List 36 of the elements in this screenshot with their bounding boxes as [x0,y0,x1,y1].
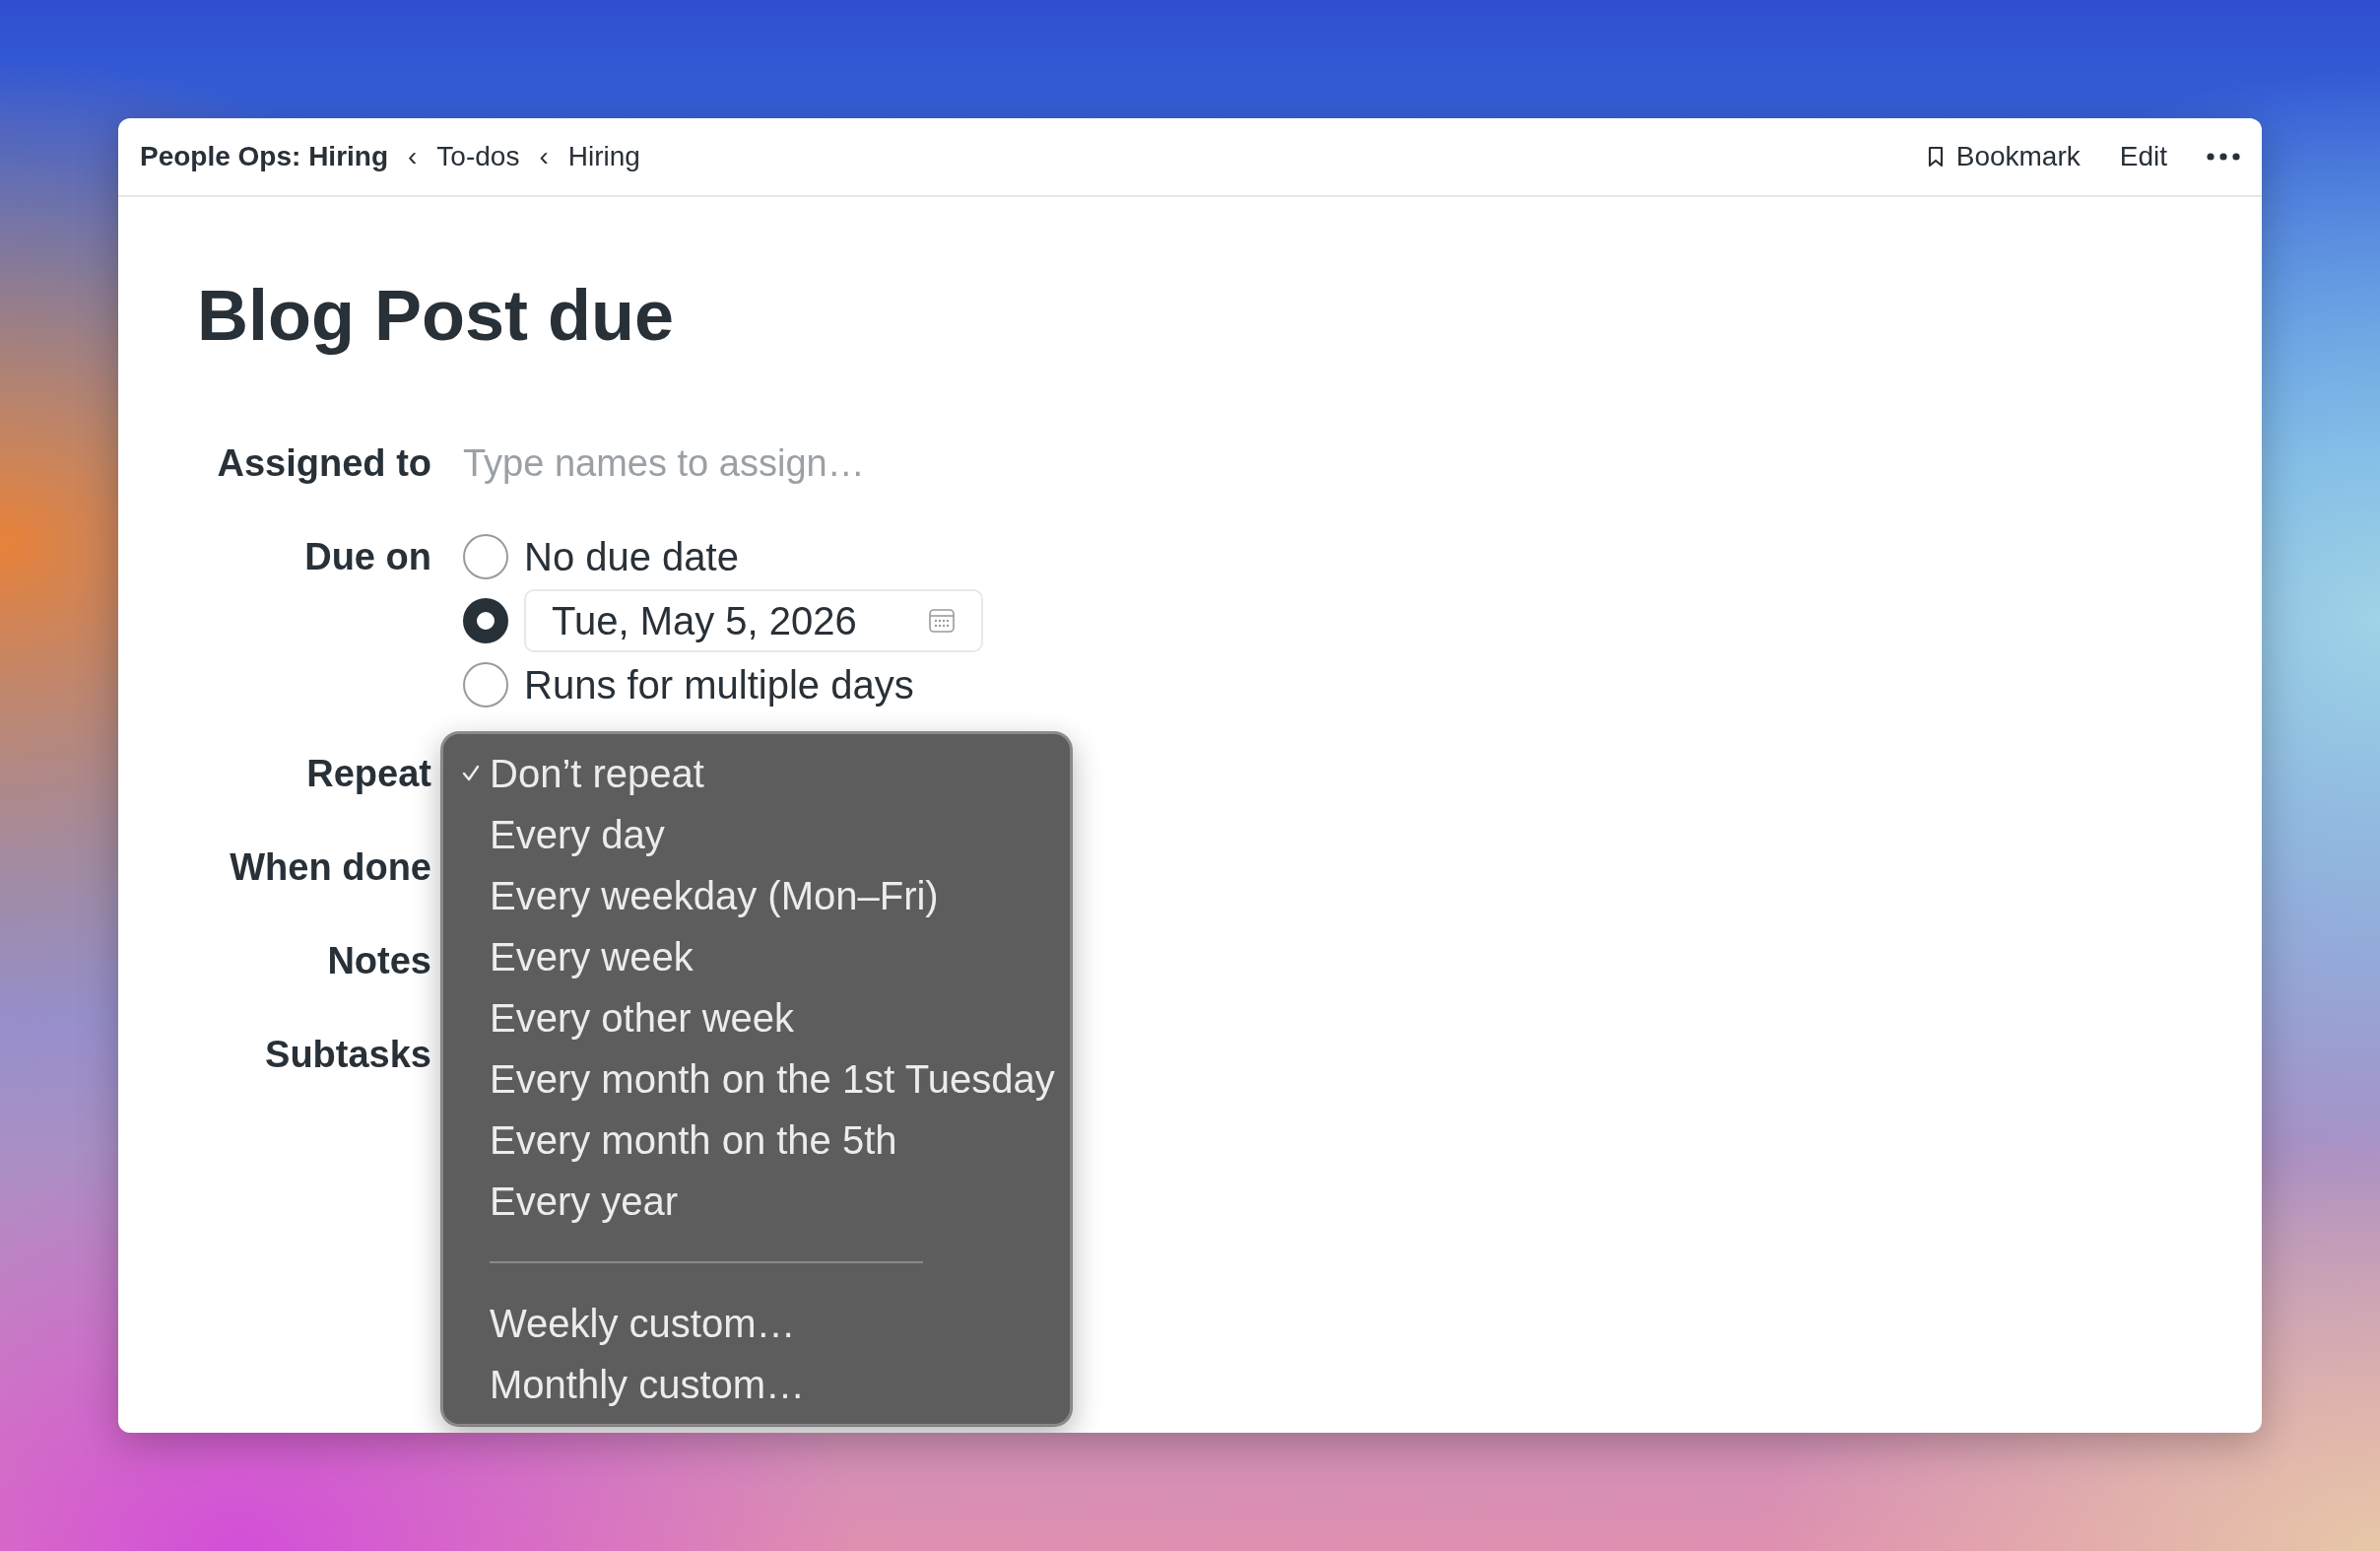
menu-item[interactable]: Monthly custom… [443,1354,1070,1415]
date-field[interactable]: Tue, May 5, 2026 [524,589,983,652]
field-label: Due on [303,535,431,579]
menu-item[interactable]: Every weekday (Mon–Fri) [443,865,1070,926]
field-label: Notes [326,939,431,983]
radio-button[interactable] [463,662,508,708]
breadcrumb-link[interactable]: Hiring [567,141,640,172]
menu-item[interactable]: Every month on the 1st Tuesday [443,1048,1070,1110]
bookmark-icon [1926,146,1945,168]
chevron-glyph: ‹ [539,141,549,172]
menu-item[interactable]: Every other week [443,987,1070,1048]
radio-button[interactable] [463,534,508,579]
field-label: Repeat [305,752,431,796]
chevron-glyph: ‹ [408,141,418,172]
menu-item[interactable]: Every day [443,804,1070,865]
menu-item[interactable]: Don’t repeat [443,743,1070,804]
bookmark-button[interactable]: Bookmark [1926,141,2081,172]
check-icon [461,764,481,783]
edit-button[interactable]: Edit [2119,141,2167,172]
breadcrumb-link[interactable]: To-dos [436,141,520,172]
more-button[interactable] [2207,153,2240,161]
calendar-icon[interactable] [928,607,956,635]
breadcrumb-link[interactable]: People Ops: Hiring [140,141,389,172]
field-label: Assigned to [216,441,431,486]
page-title: Blog Post due [197,275,675,357]
radio-label: No due date [524,534,739,579]
assignee-field[interactable]: Type names to assign… [463,440,1153,486]
menu-item[interactable]: Every year [443,1171,1070,1232]
radio-label: Runs for multiple days [524,662,914,708]
menu-item[interactable]: Weekly custom… [443,1293,1070,1354]
field-label: When done [229,845,431,890]
more-icon [2207,153,2240,161]
radio-button[interactable] [463,598,508,643]
field-label: Subtasks [264,1033,431,1077]
menu-item[interactable]: Every week [443,926,1070,987]
menu-item[interactable]: Every month on the 5th [443,1110,1070,1171]
